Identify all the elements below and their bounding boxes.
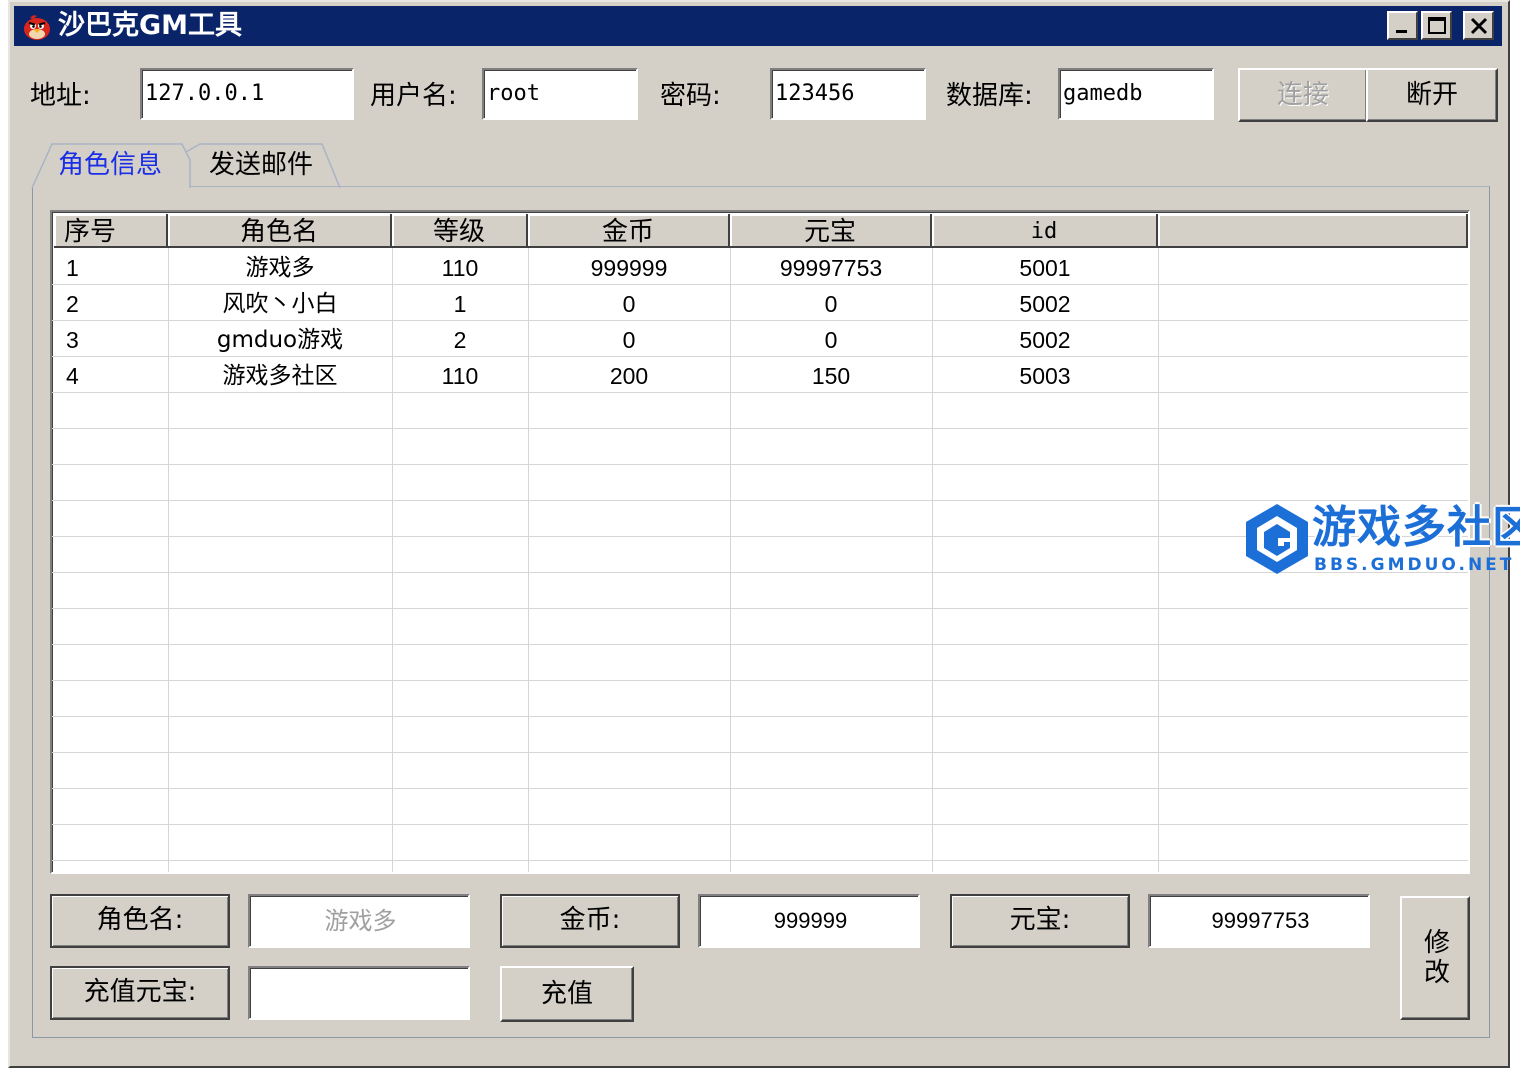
address-input[interactable]: 127.0.0.1	[140, 68, 354, 120]
background-strip	[0, 1068, 1520, 1080]
table-cell-level[interactable]: 110	[392, 358, 528, 394]
modify-button[interactable]: 修改	[1400, 896, 1470, 1020]
column-header-index[interactable]: 序号	[54, 214, 168, 248]
close-button[interactable]	[1463, 11, 1494, 40]
recharge-input[interactable]	[248, 966, 470, 1020]
grid-vline	[1158, 248, 1159, 872]
database-label: 数据库:	[946, 81, 1033, 111]
column-header-id[interactable]: id	[932, 214, 1158, 248]
grid-hline	[52, 860, 1468, 861]
watermark-title: 游戏多社区	[1312, 502, 1520, 553]
table-cell-id[interactable]: 5003	[932, 358, 1158, 394]
column-header-gold[interactable]: 金币	[528, 214, 730, 248]
table-cell-id[interactable]: 5001	[932, 250, 1158, 286]
column-header-level[interactable]: 等级	[392, 214, 528, 248]
table-cell-level[interactable]: 110	[392, 250, 528, 286]
table-cell-level[interactable]: 1	[392, 286, 528, 322]
table-cell-yuanbao[interactable]: 150	[730, 358, 932, 394]
column-header-role-name[interactable]: 角色名	[168, 214, 392, 248]
table-cell-gold[interactable]: 0	[528, 286, 730, 322]
angry-bird-app-icon	[22, 13, 52, 41]
gold-input[interactable]: 999999	[698, 894, 920, 948]
watermark-subtitle: BBS.GMDUO.NET	[1314, 555, 1515, 575]
role-name-field[interactable]: 游戏多	[248, 894, 470, 948]
grid-hline	[52, 464, 1468, 465]
table-cell-role-name[interactable]: 游戏多社区	[168, 358, 392, 394]
table-cell-gold[interactable]: 200	[528, 358, 730, 394]
grid-hline	[52, 716, 1468, 717]
address-label: 地址:	[30, 81, 91, 111]
minimize-icon	[1396, 30, 1407, 33]
gmduo-logo-icon	[1246, 504, 1308, 574]
grid-hline	[52, 788, 1468, 789]
table-cell-index[interactable]: 2	[66, 286, 79, 322]
maximize-icon	[1428, 17, 1446, 34]
yuanbao-label-button[interactable]: 元宝:	[950, 894, 1130, 948]
table-cell-role-name[interactable]: 风吹丶小白	[168, 286, 392, 322]
recharge-label-button[interactable]: 充值元宝:	[50, 966, 230, 1020]
table-cell-id[interactable]: 5002	[932, 286, 1158, 322]
grid-hline	[52, 824, 1468, 825]
table-cell-gold[interactable]: 0	[528, 322, 730, 358]
table-cell-yuanbao[interactable]: 0	[730, 286, 932, 322]
table-cell-index[interactable]: 4	[66, 358, 79, 394]
grid-hline	[52, 680, 1468, 681]
table-cell-id[interactable]: 5002	[932, 322, 1158, 358]
database-input[interactable]: gamedb	[1058, 68, 1214, 120]
table-cell-index[interactable]: 3	[66, 322, 79, 358]
window-title: 沙巴克GM工具	[58, 10, 243, 41]
password-input[interactable]: 123456	[770, 68, 926, 120]
recharge-button[interactable]: 充值	[500, 966, 634, 1022]
username-input[interactable]: root	[482, 68, 638, 120]
password-label: 密码:	[660, 81, 721, 111]
close-icon	[1470, 17, 1488, 35]
table-cell-gold[interactable]: 999999	[528, 250, 730, 286]
table-cell-yuanbao[interactable]: 0	[730, 322, 932, 358]
yuanbao-input[interactable]: 99997753	[1148, 894, 1370, 948]
grid-hline	[52, 608, 1468, 609]
grid-hline	[52, 428, 1468, 429]
tab-role-info[interactable]: 角色信息	[36, 142, 184, 188]
table-cell-yuanbao[interactable]: 99997753	[730, 250, 932, 286]
username-label: 用户名:	[370, 81, 457, 111]
maximize-button[interactable]	[1421, 11, 1452, 40]
table-cell-index[interactable]: 1	[66, 250, 79, 286]
role-name-label-button[interactable]: 角色名:	[50, 894, 230, 948]
grid-hline	[52, 644, 1468, 645]
table-cell-role-name[interactable]: gmduo游戏	[168, 322, 392, 358]
disconnect-button[interactable]: 断开	[1366, 68, 1498, 122]
gold-label-button[interactable]: 金币:	[500, 894, 680, 948]
table-cell-role-name[interactable]: 游戏多	[168, 250, 392, 286]
grid-hline	[52, 752, 1468, 753]
column-header-empty[interactable]	[1158, 214, 1468, 248]
table-cell-level[interactable]: 2	[392, 322, 528, 358]
column-header-yuanbao[interactable]: 元宝	[730, 214, 932, 248]
modify-button-label: 修改	[1419, 928, 1450, 988]
tab-send-mail[interactable]: 发送邮件	[186, 142, 336, 188]
grid-hline	[52, 500, 1468, 501]
connect-button[interactable]: 连接	[1238, 68, 1368, 122]
minimize-button[interactable]	[1387, 11, 1418, 40]
